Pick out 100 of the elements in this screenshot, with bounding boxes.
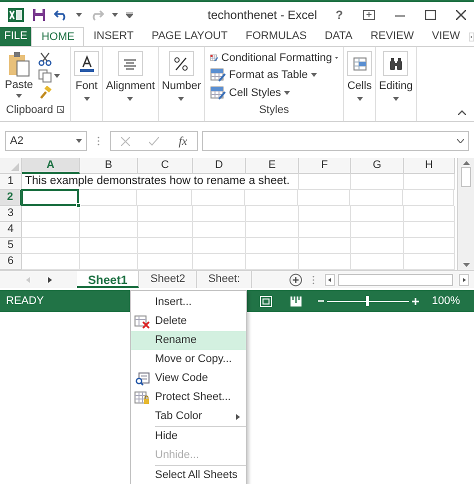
scroll-left-icon[interactable]	[325, 274, 336, 286]
row-header[interactable]: 6	[0, 254, 22, 270]
column-header[interactable]: B	[80, 158, 138, 174]
menu-item[interactable]: Select All Sheets	[131, 466, 246, 484]
grid-cell	[22, 222, 80, 238]
ribbon-tab[interactable]: HOME	[31, 27, 84, 46]
menu-item[interactable]: Move or Copy...	[131, 350, 246, 369]
sheet-tab[interactable]: Sheet:	[197, 271, 252, 288]
caret-icon	[76, 139, 82, 143]
cell-text: This example demonstrates how to rename a sheet.	[25, 174, 290, 189]
menu-item[interactable]: Hide	[131, 427, 246, 446]
zoom-slider-thumb[interactable]	[366, 296, 370, 306]
table-format-icon	[210, 68, 226, 82]
ribbon-group-button[interactable]: Editing	[379, 51, 413, 100]
grid-cell	[351, 206, 404, 222]
paste-button[interactable]: Paste	[4, 51, 34, 102]
row-header[interactable]: 4	[0, 222, 22, 238]
vertical-scrollbar[interactable]	[457, 158, 474, 270]
customize-toolbar-icon[interactable]	[126, 12, 133, 18]
row-header[interactable]: 5	[0, 238, 22, 254]
styles-menu-button[interactable]: Conditional Formatting	[210, 49, 338, 66]
grid-cell	[138, 222, 193, 238]
format-painter-icon[interactable]	[38, 86, 52, 100]
status-text: READY	[6, 294, 44, 309]
menu-item[interactable]: Tab Color	[131, 407, 246, 426]
scroll-down-icon[interactable]	[462, 263, 470, 267]
copy-icon[interactable]	[38, 69, 52, 83]
grid-cell	[246, 238, 299, 254]
column-header[interactable]: E	[246, 158, 299, 174]
column-header[interactable]: H	[404, 158, 455, 174]
ribbon-group-button[interactable]: Cells	[347, 51, 372, 100]
scroll-up-icon[interactable]	[462, 161, 470, 165]
grid-cell	[246, 222, 299, 238]
column-header[interactable]: A	[22, 158, 80, 174]
sheet-tab[interactable]: Sheet2	[139, 271, 198, 288]
insert-function-button[interactable]: fx	[178, 132, 188, 150]
grid-cell	[299, 238, 351, 254]
excel-logo-icon	[8, 6, 24, 22]
menu-item[interactable]: Delete	[131, 312, 246, 331]
fill-handle[interactable]	[76, 203, 81, 208]
scroll-right-icon[interactable]	[459, 274, 470, 286]
sheet-tab[interactable]: Sheet1	[77, 271, 140, 288]
dialog-launcher-icon[interactable]	[57, 106, 64, 114]
grid-cell	[404, 206, 455, 222]
styles-menu-button[interactable]: Cell Styles	[210, 84, 338, 102]
maximize-icon[interactable]	[425, 10, 436, 20]
expand-icon[interactable]	[457, 139, 464, 143]
ribbon-tab[interactable]: VIEW	[422, 27, 469, 46]
zoom-out-icon[interactable]	[318, 298, 324, 304]
styles-menu-button[interactable]: Format as Table	[210, 66, 338, 84]
grid-cell	[403, 190, 454, 206]
new-sheet-icon[interactable]	[288, 272, 302, 286]
column-header[interactable]: D	[193, 158, 246, 174]
grid-cell	[299, 206, 351, 222]
scroll-thumb[interactable]	[338, 274, 454, 286]
ribbon-tab[interactable]: DATA	[316, 27, 362, 46]
column-header[interactable]: C	[138, 158, 193, 174]
drag-handle-icon[interactable]	[97, 136, 100, 146]
column-header[interactable]: G	[351, 158, 404, 174]
ribbon-tab[interactable]: REVIEW	[361, 27, 423, 46]
ribbon-tab[interactable]: INSERT	[84, 27, 143, 46]
grid-cell	[138, 238, 193, 254]
grid-cell	[350, 190, 403, 206]
ribbon-tab[interactable]: PAGE LAYOUT	[142, 27, 237, 46]
caret-icon	[16, 94, 22, 98]
ribbon-tab[interactable]: FORMULAS	[236, 27, 316, 46]
next-sheet-icon[interactable]	[48, 276, 52, 282]
scroll-thumb[interactable]	[461, 167, 471, 187]
collapse-ribbon-icon[interactable]	[458, 110, 466, 115]
ribbon-group-button[interactable]: Font	[74, 51, 99, 100]
ribbon-display-options-icon[interactable]	[363, 10, 375, 20]
row-header[interactable]: 3	[0, 206, 22, 222]
delete-sheet-icon	[134, 314, 150, 328]
grid-cell	[193, 206, 246, 222]
zoom-in-icon[interactable]	[412, 298, 419, 304]
undo-icon[interactable]	[54, 8, 68, 20]
help-button[interactable]: ?	[332, 6, 347, 24]
page-layout-view-icon[interactable]	[290, 296, 302, 306]
cut-icon[interactable]	[38, 52, 52, 66]
menu-item[interactable]: Rename	[131, 331, 246, 350]
caret-icon	[310, 73, 317, 78]
zoom-level[interactable]: 100%	[432, 292, 460, 310]
normal-view-icon[interactable]	[260, 296, 272, 306]
ribbon-group-button[interactable]: Number	[162, 51, 202, 100]
close-icon[interactable]	[456, 10, 466, 20]
caret-icon	[127, 96, 134, 100]
grid-cell	[193, 222, 246, 238]
column-header[interactable]: F	[299, 158, 351, 174]
active-cell[interactable]	[21, 189, 79, 206]
row-header[interactable]: 2	[0, 190, 22, 206]
formula-input[interactable]	[202, 131, 469, 151]
name-box[interactable]: A2	[5, 131, 87, 151]
grid-cell	[351, 174, 404, 190]
ribbon-group-button[interactable]: Alignment	[106, 51, 155, 100]
menu-item[interactable]: View Code	[131, 369, 246, 388]
menu-item[interactable]: Insert...	[131, 293, 246, 312]
drag-handle-icon[interactable]	[312, 274, 316, 284]
file-tab[interactable]: FILE	[0, 27, 32, 46]
row-header[interactable]: 1	[0, 174, 22, 190]
menu-item[interactable]: Protect Sheet...	[131, 388, 246, 407]
